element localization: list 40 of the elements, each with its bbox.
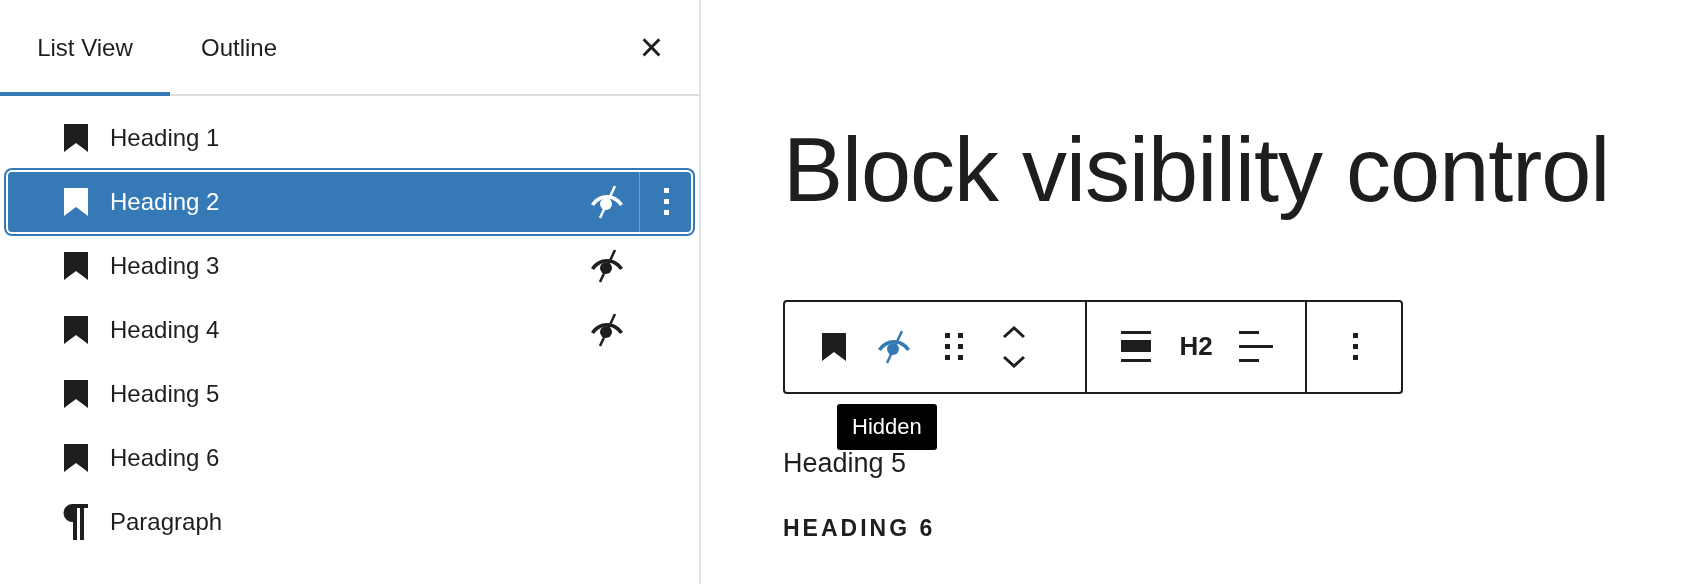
heading-text: HEADING 6: [783, 514, 937, 542]
drag-handle-icon: [945, 332, 963, 361]
bookmark-icon: [64, 444, 88, 472]
list-item[interactable]: Heading 1: [6, 106, 693, 170]
tooltip: Hidden: [837, 403, 937, 450]
bookmark-icon: [64, 124, 88, 152]
close-button[interactable]: ×: [633, 27, 669, 67]
pilcrow-icon: [62, 504, 88, 540]
align-icon: [1121, 330, 1151, 363]
page-title: Block visibility control: [783, 119, 1611, 222]
list-item-label: Heading 3: [110, 252, 220, 280]
list-item-label: Heading 2: [110, 188, 220, 216]
eye-slash-icon: [589, 312, 625, 348]
eye-slash-icon: [876, 328, 912, 365]
heading-level-button[interactable]: H2: [1169, 316, 1223, 377]
list-item[interactable]: Paragraph: [6, 490, 693, 554]
bookmark-icon: [64, 252, 88, 280]
bookmark-icon: [64, 380, 88, 408]
more-icon: [1353, 332, 1359, 361]
tab[interactable]: List View: [0, 0, 170, 96]
bookmark-icon: [64, 188, 88, 216]
list-item[interactable]: Heading 6: [6, 426, 693, 490]
eye-slash-icon: [589, 184, 625, 220]
list-item-label: Heading 5: [110, 380, 220, 408]
list-item-label: Heading 6: [110, 444, 220, 472]
text-align-icon: [1239, 330, 1273, 363]
bookmark-icon: [64, 316, 88, 344]
list-item[interactable]: Heading 5: [6, 362, 693, 426]
list-item[interactable]: Heading 4: [6, 298, 693, 362]
bookmark-icon: [822, 332, 846, 361]
list-item-label: Heading 4: [110, 316, 220, 344]
more-icon: [663, 188, 670, 216]
list-item[interactable]: Heading 2: [6, 170, 693, 234]
list-item[interactable]: Heading 3: [6, 234, 693, 298]
list-item-label: Paragraph: [110, 508, 223, 536]
eye-slash-icon: [589, 248, 625, 284]
list-item-label: Heading 1: [110, 124, 220, 152]
heading-text: Heading 5: [783, 447, 908, 479]
tab[interactable]: Outline: [170, 0, 309, 96]
move-up-down-icon: [1002, 325, 1026, 368]
